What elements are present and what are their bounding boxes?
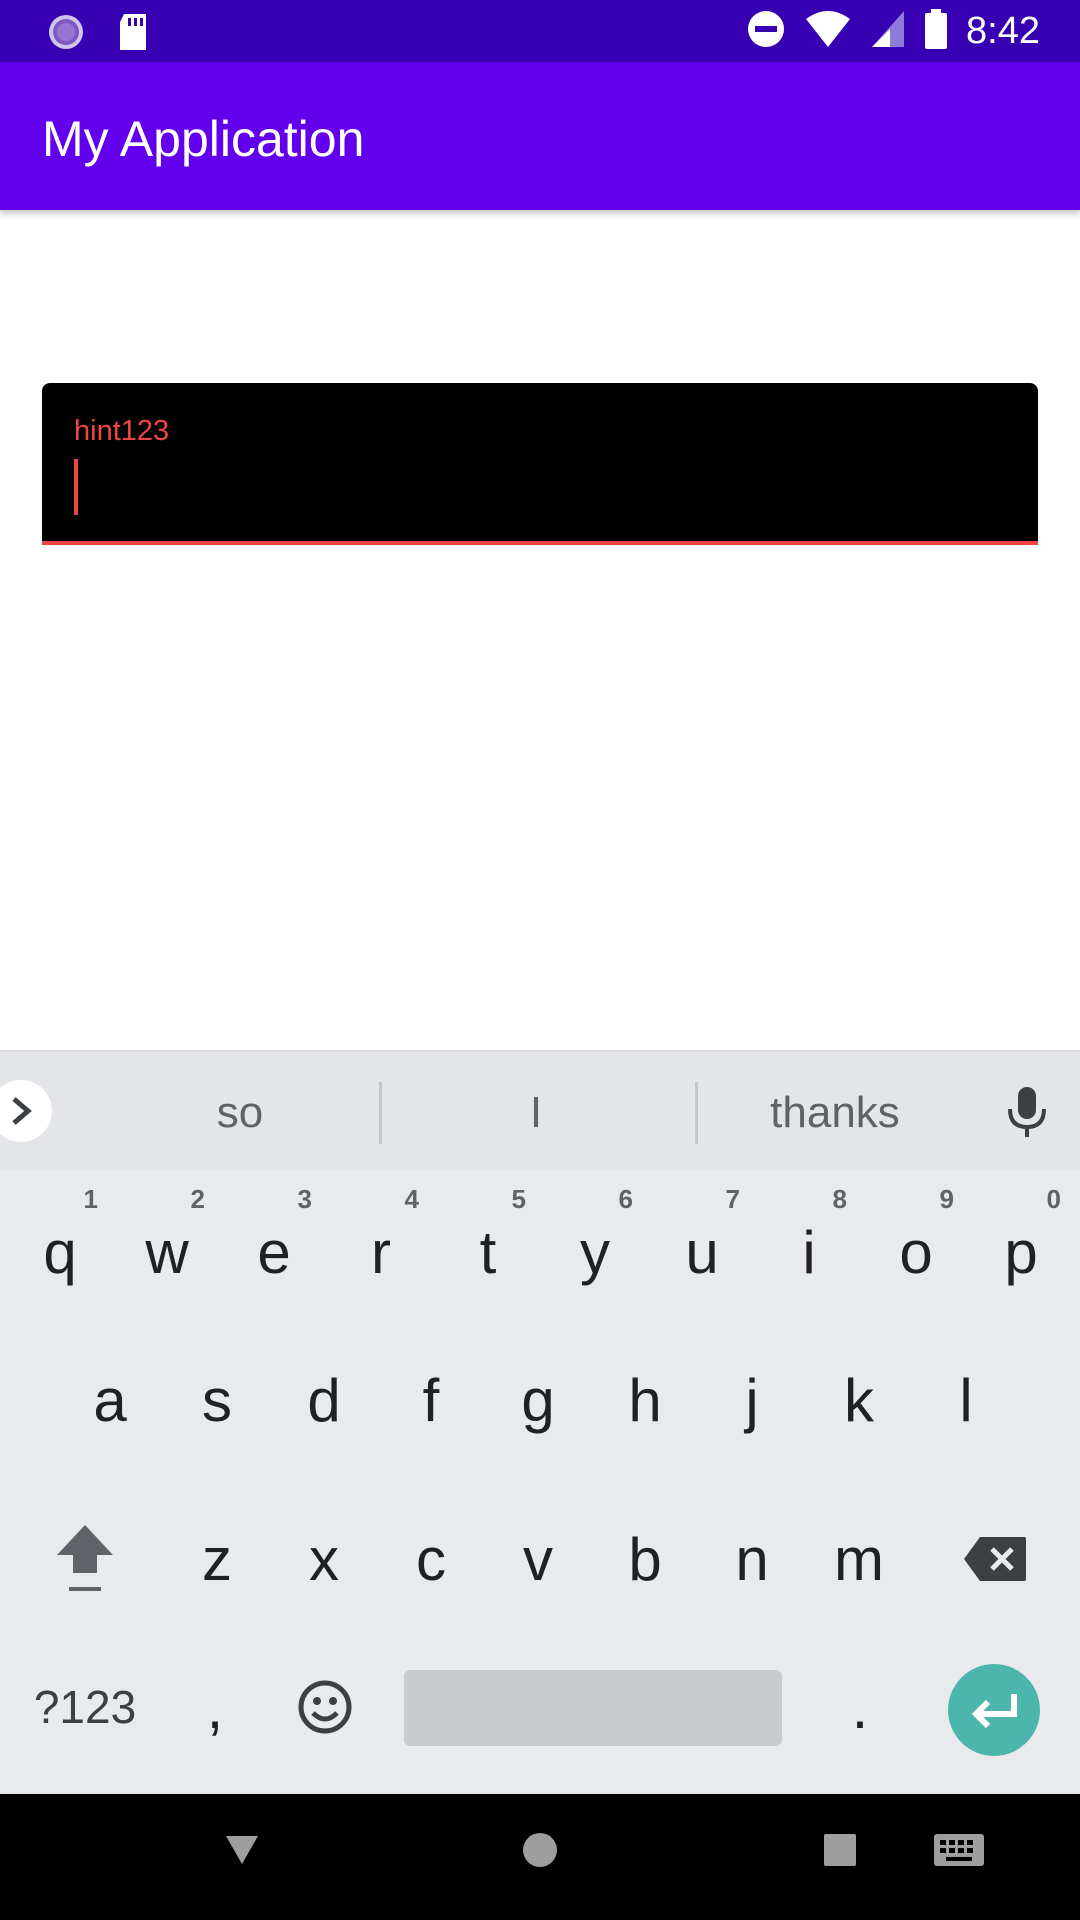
emoji-icon [298,1680,352,1734]
enter-arrow-icon [971,1694,1017,1729]
key-a[interactable]: a [66,1350,154,1450]
do-not-disturb-icon [746,9,786,54]
text-field-label: hint123 [74,415,170,447]
key-s[interactable]: s [173,1350,261,1450]
key-t[interactable]: 5t [444,1182,532,1302]
key-hint: 9 [939,1184,954,1214]
text-cursor [74,459,78,515]
status-time: 8:42 [966,9,1040,52]
backspace-key[interactable] [950,1504,1040,1614]
key-hint: 6 [618,1184,633,1214]
sd-card-icon [116,12,150,57]
key-b[interactable]: b [601,1504,689,1614]
key-g[interactable]: g [494,1350,582,1450]
key-hint: 4 [404,1184,419,1214]
key-hint: 5 [511,1184,526,1214]
suggestion-divider [379,1082,382,1144]
symbols-key[interactable]: ?123 [20,1662,150,1752]
key-c[interactable]: c [387,1504,475,1614]
suggestion-strip: so I thanks [0,1052,1080,1170]
battery-icon [924,8,948,54]
key-label: u [685,1218,719,1286]
key-m[interactable]: m [815,1504,903,1614]
backspace-icon [964,1537,1026,1581]
key-f[interactable]: f [387,1350,475,1450]
navigation-bar [0,1794,1080,1920]
key-o[interactable]: 9o [872,1182,960,1302]
key-u[interactable]: 7u [658,1182,746,1302]
app-bar: My Application [0,62,1080,210]
key-p[interactable]: 0p [975,1182,1067,1302]
key-h[interactable]: h [601,1350,689,1450]
key-i[interactable]: 8i [765,1182,853,1302]
shift-icon [57,1525,113,1591]
microphone-icon[interactable] [1004,1085,1050,1139]
status-left-icons [46,12,150,57]
key-k[interactable]: k [815,1350,903,1450]
key-hint: 0 [1046,1184,1061,1214]
key-r[interactable]: 4r [337,1182,425,1302]
key-label: t [479,1218,497,1286]
recents-icon[interactable] [820,1830,860,1870]
wifi-icon [804,9,852,54]
key-hint: 8 [832,1184,847,1214]
chevron-right-icon [12,1097,32,1125]
key-x[interactable]: x [280,1504,368,1614]
key-label: e [257,1218,291,1286]
keyboard-switch-icon[interactable] [932,1830,986,1870]
key-hint: 3 [297,1184,312,1214]
sync-icon [46,12,86,57]
key-z[interactable]: z [173,1504,261,1614]
key-q[interactable]: 1q [16,1182,104,1302]
key-label: y [580,1218,610,1286]
key-label: w [145,1218,189,1286]
enter-key[interactable] [948,1664,1040,1756]
period-key[interactable]: . [820,1662,900,1752]
shift-key[interactable] [40,1504,130,1614]
key-label: i [802,1218,816,1286]
key-y[interactable]: 6y [551,1182,639,1302]
key-l[interactable]: l [922,1350,1010,1450]
key-hint: 7 [725,1184,740,1214]
key-j[interactable]: j [708,1350,796,1450]
key-hint: 1 [83,1184,98,1214]
expand-toolbar-button[interactable] [0,1080,52,1142]
status-bar: 8:42 [0,0,1080,62]
emoji-key[interactable] [285,1662,365,1752]
key-hint: 2 [190,1184,205,1214]
space-key[interactable] [404,1670,782,1746]
suggestion-3[interactable]: thanks [740,1088,930,1138]
key-label: r [371,1218,391,1286]
key-label: q [43,1218,77,1286]
suggestion-2[interactable]: I [476,1088,596,1138]
key-d[interactable]: d [280,1350,368,1450]
home-icon[interactable] [520,1830,560,1870]
app-title: My Application [42,111,365,167]
key-n[interactable]: n [708,1504,796,1614]
key-label: p [1004,1218,1038,1286]
hint-text-field[interactable]: hint123 [42,383,1038,545]
key-v[interactable]: v [494,1504,582,1614]
key-label: o [899,1218,933,1286]
suggestion-divider [695,1082,698,1144]
status-right-icons: 8:42 [746,8,1040,54]
key-w[interactable]: 2w [123,1182,211,1302]
suggestion-1[interactable]: so [160,1088,320,1138]
signal-icon [870,9,906,54]
back-icon[interactable] [222,1830,262,1870]
comma-key[interactable]: , [180,1662,250,1752]
soft-keyboard: so I thanks 1q 2w 3e 4r 5t 6y 7u 8i 9o 0… [0,1050,1080,1794]
key-e[interactable]: 3e [230,1182,318,1302]
